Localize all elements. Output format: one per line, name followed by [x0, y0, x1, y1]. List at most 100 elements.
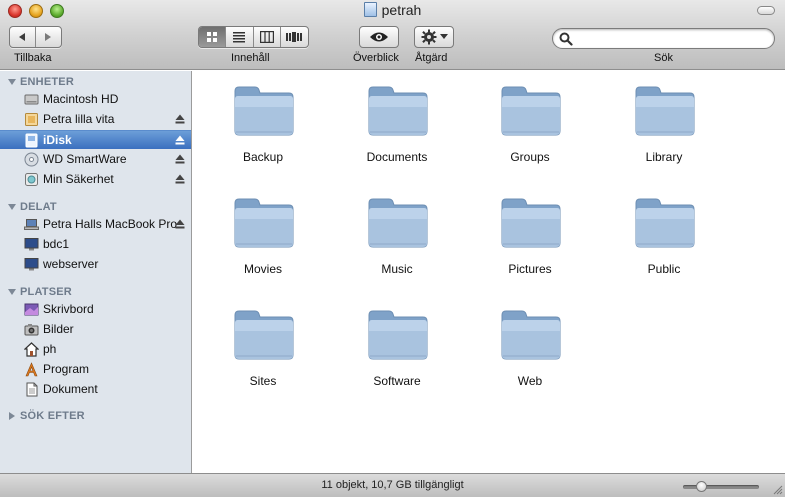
sidebar-item-label: webserver	[43, 257, 99, 271]
folder-item-groups[interactable]: Groups	[470, 85, 590, 185]
folder-item-documents[interactable]: Documents	[337, 85, 457, 185]
folder-item-library[interactable]: Library	[604, 85, 724, 185]
folder-item-public[interactable]: Public	[604, 197, 724, 297]
sidebar-item-label: Min Säkerhet	[43, 172, 114, 186]
folder-icon	[234, 310, 294, 360]
status-text: 11 objekt, 10,7 GB tillgängligt	[321, 479, 464, 491]
harddisk-icon	[24, 94, 39, 105]
eject-icon[interactable]	[175, 114, 185, 124]
icon-grid-icon	[207, 32, 218, 42]
section-title: PLATSER	[20, 286, 72, 298]
folder-item-pictures[interactable]: Pictures	[470, 197, 590, 297]
action-menu-button[interactable]	[414, 26, 454, 48]
folder-item-sites[interactable]: Sites	[203, 309, 323, 409]
back-button[interactable]	[10, 27, 36, 47]
eject-icon[interactable]	[175, 154, 185, 164]
sidebar-item-label: Skrivbord	[43, 302, 94, 316]
sidebar-item-bdc1[interactable]: bdc1	[0, 235, 191, 254]
search-icon	[559, 32, 573, 46]
status-bar: 11 objekt, 10,7 GB tillgängligt	[0, 473, 785, 497]
folder-item-backup[interactable]: Backup	[203, 85, 323, 185]
folder-icon	[501, 86, 561, 136]
toolbar-toggle-button[interactable]	[757, 6, 775, 15]
external-disk-icon	[25, 113, 38, 126]
idisk-icon	[25, 133, 38, 148]
folder-icon	[368, 198, 428, 248]
home-icon	[24, 342, 39, 357]
applications-icon	[25, 362, 38, 377]
sidebar-item-label: Program	[43, 362, 90, 376]
coverflow-view-button[interactable]	[281, 27, 308, 47]
section-header-shared[interactable]: DELAT	[8, 201, 57, 213]
sidebar-item-petra-halls-macbook-pro[interactable]: Petra Halls MacBook Pro	[0, 215, 191, 234]
sidebar: ENHETER Macintosh HD Petra lilla vita iD…	[0, 71, 192, 473]
sidebar-item-skrivbord[interactable]: Skrivbord	[0, 300, 191, 319]
sidebar-item-dokument[interactable]: Dokument	[0, 380, 191, 399]
sidebar-item-idisk[interactable]: iDisk	[0, 130, 191, 149]
icon-size-slider[interactable]	[683, 485, 759, 489]
sidebar-item-min-sakerhet[interactable]: Min Säkerhet	[0, 170, 191, 189]
folder-label: Public	[647, 262, 681, 276]
view-switcher	[198, 26, 309, 48]
eject-icon[interactable]	[175, 219, 185, 229]
icon-size-slider-knob[interactable]	[696, 481, 707, 492]
sidebar-item-label: Bilder	[43, 322, 74, 336]
sidebar-item-label: bdc1	[43, 237, 70, 251]
sidebar-item-wd-smartware[interactable]: WD SmartWare	[0, 150, 191, 169]
section-title: SÖK EFTER	[20, 410, 85, 422]
sidebar-item-webserver[interactable]: webserver	[0, 255, 191, 274]
folder-icon	[234, 198, 294, 248]
finder-window: petrah Tillbaka Innehåll Överblick Åtgär…	[0, 0, 785, 497]
folder-icon	[635, 198, 695, 248]
cd-disk-icon	[24, 152, 39, 167]
folder-label: Library	[645, 150, 683, 164]
sidebar-item-label: Petra Halls MacBook Pro	[43, 217, 178, 231]
window-title-text: petrah	[381, 2, 422, 18]
search-field[interactable]	[552, 28, 775, 49]
section-header-search-for[interactable]: SÖK EFTER	[8, 410, 85, 422]
folder-icon	[635, 86, 695, 136]
quicklook-button[interactable]	[359, 26, 399, 48]
section-header-places[interactable]: PLATSER	[8, 286, 72, 298]
folder-item-software[interactable]: Software	[337, 309, 457, 409]
drive-icon	[25, 173, 38, 186]
sidebar-item-label: iDisk	[43, 133, 72, 147]
folder-icon	[368, 86, 428, 136]
resize-grip-icon[interactable]	[771, 483, 783, 495]
folder-label: Pictures	[508, 262, 552, 276]
disclosure-triangle-icon	[8, 79, 16, 85]
arrow-left-icon	[19, 33, 26, 41]
idisk-icon	[363, 2, 377, 17]
sidebar-item-petra-lilla-vita[interactable]: Petra lilla vita	[0, 110, 191, 129]
icon-view-button[interactable]	[199, 27, 227, 47]
eject-icon[interactable]	[175, 174, 185, 184]
sidebar-item-ph[interactable]: ph	[0, 340, 191, 359]
search-input[interactable]	[575, 31, 765, 46]
folder-item-music[interactable]: Music	[337, 197, 457, 297]
sidebar-item-label: WD SmartWare	[43, 152, 127, 166]
desktop-icon	[24, 303, 39, 316]
sidebar-item-macintosh-hd[interactable]: Macintosh HD	[0, 90, 191, 109]
folder-label: Music	[381, 262, 413, 276]
folder-item-movies[interactable]: Movies	[203, 197, 323, 297]
folder-item-web[interactable]: Web	[470, 309, 590, 409]
list-view-button[interactable]	[226, 27, 254, 47]
folder-label: Groups	[510, 150, 550, 164]
gear-icon	[421, 29, 436, 45]
folder-label: Software	[373, 374, 421, 388]
monitor-icon	[24, 238, 39, 251]
back-label: Tillbaka	[14, 52, 52, 64]
document-icon	[26, 382, 38, 397]
folder-label: Web	[517, 374, 543, 388]
laptop-icon	[24, 219, 39, 230]
column-view-button[interactable]	[254, 27, 281, 47]
list-icon	[233, 32, 246, 43]
sidebar-item-program[interactable]: Program	[0, 360, 191, 379]
forward-button[interactable]	[36, 27, 61, 47]
folder-label: Documents	[366, 150, 428, 164]
sidebar-item-label: Petra lilla vita	[43, 112, 115, 126]
eject-icon[interactable]	[175, 135, 185, 145]
section-header-devices[interactable]: ENHETER	[8, 76, 74, 88]
sidebar-item-bilder[interactable]: Bilder	[0, 320, 191, 339]
arrow-right-icon	[45, 33, 52, 41]
